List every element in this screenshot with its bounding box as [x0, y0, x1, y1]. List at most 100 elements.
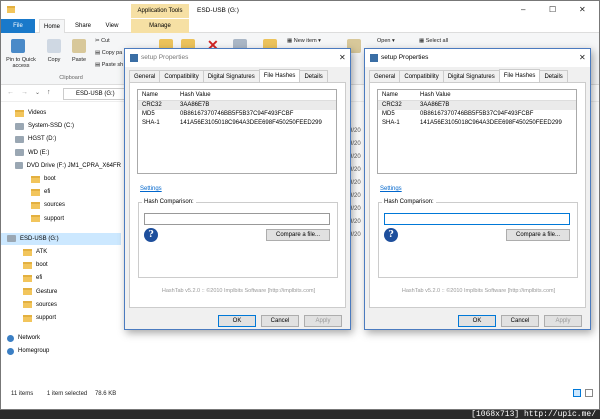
- nav-item[interactable]: System-SSD (C:): [1, 120, 121, 132]
- tab-details[interactable]: Details: [539, 70, 568, 82]
- tab-general[interactable]: General: [369, 70, 401, 82]
- compare-file-button[interactable]: Compare a file...: [506, 229, 570, 241]
- details-view-icon[interactable]: [573, 389, 581, 397]
- nav-item[interactable]: Network: [1, 332, 121, 344]
- dialog-close-button[interactable]: ✕: [579, 53, 586, 62]
- close-button[interactable]: ✕: [579, 5, 586, 14]
- nav-item[interactable]: support: [1, 312, 121, 324]
- help-icon[interactable]: ?: [384, 228, 398, 242]
- window-title: ESD-USB (G:): [197, 7, 239, 14]
- nav-item[interactable]: efi: [1, 272, 121, 284]
- nav-item[interactable]: HGST (D:): [1, 133, 121, 145]
- tab-file-hashes[interactable]: File Hashes: [498, 69, 541, 82]
- paste-button[interactable]: Paste: [67, 57, 91, 63]
- drive-icon: [15, 149, 24, 157]
- folder-icon: [23, 261, 32, 269]
- nav-item-label: sources: [44, 202, 66, 209]
- settings-link[interactable]: Settings: [380, 186, 402, 192]
- tab-view[interactable]: View: [101, 19, 123, 33]
- hash-comparison-input[interactable]: [144, 213, 330, 225]
- dialog-close-button[interactable]: ✕: [339, 53, 346, 62]
- maximize-button[interactable]: ☐: [549, 5, 556, 14]
- hash-list[interactable]: Name Hash Value CRC32 3AA86E7B MD5 0B86167…: [377, 89, 577, 174]
- large-icons-view-icon[interactable]: [585, 389, 593, 397]
- hash-row[interactable]: SHA-1 141A56E3105018C964A3DEE698F450250FE…: [378, 119, 576, 128]
- hash-value: 3AA86E7B: [420, 102, 450, 108]
- hash-value-column-header[interactable]: Hash Value: [420, 90, 576, 100]
- nav-item[interactable]: WD (E:): [1, 147, 121, 159]
- copy-button[interactable]: Copy: [43, 57, 65, 63]
- hash-comparison-input[interactable]: [384, 213, 570, 225]
- nav-item[interactable]: sources: [1, 199, 121, 211]
- tab-compatibility[interactable]: Compatibility: [159, 70, 204, 82]
- nav-item-label: HGST (D:): [28, 136, 57, 143]
- up-icon[interactable]: ↑: [47, 89, 51, 96]
- minimize-button[interactable]: –: [521, 5, 525, 14]
- ok-button[interactable]: OK: [218, 315, 256, 327]
- drive-icon: [15, 135, 24, 143]
- tab-home[interactable]: Home: [39, 19, 65, 33]
- folder-icon: [31, 201, 40, 209]
- folder-icon: [15, 109, 24, 117]
- tab-manage[interactable]: Manage: [131, 19, 189, 33]
- hash-value-column-header[interactable]: Hash Value: [180, 90, 336, 100]
- pin-quick-access-button[interactable]: Pin to Quick access: [3, 57, 39, 69]
- hash-list-header: Name Hash Value: [138, 90, 336, 101]
- nav-item[interactable]: Gesture: [1, 286, 121, 298]
- back-icon[interactable]: ←: [7, 89, 14, 96]
- hash-value: 141A56E3105018C964A3DEE698F450250FEED299: [180, 120, 322, 126]
- hash-row[interactable]: CRC32 3AA86E7B: [378, 101, 576, 110]
- tab-file-hashes[interactable]: File Hashes: [258, 69, 301, 82]
- apply-button[interactable]: Apply: [304, 315, 342, 327]
- nav-item[interactable]: Homegroup: [1, 345, 121, 357]
- tab-compatibility[interactable]: Compatibility: [399, 70, 444, 82]
- nav-item[interactable]: Videos: [1, 107, 121, 119]
- hash-list-header: Name Hash Value: [378, 90, 576, 101]
- cancel-button[interactable]: Cancel: [261, 315, 299, 327]
- tab-share[interactable]: Share: [71, 19, 95, 33]
- tab-digital-signatures[interactable]: Digital Signatures: [202, 70, 260, 82]
- nav-item-label: System-SSD (C:): [28, 123, 75, 130]
- hash-row[interactable]: SHA-1 141A56E3105018C964A3DEE698F450250FE…: [138, 119, 336, 128]
- copy-path-button[interactable]: ▤ Copy pa: [95, 50, 122, 56]
- apply-button[interactable]: Apply: [544, 315, 582, 327]
- compare-file-button[interactable]: Compare a file...: [266, 229, 330, 241]
- cut-button[interactable]: ✂ Cut: [95, 38, 110, 44]
- tab-digital-signatures[interactable]: Digital Signatures: [442, 70, 500, 82]
- hash-row[interactable]: CRC32 3AA86E7B: [138, 101, 336, 110]
- nav-item[interactable]: boot: [1, 259, 121, 271]
- hash-row[interactable]: MD5 0B86167370746BB5F5B37C94F493FCBF: [138, 110, 336, 119]
- hash-list[interactable]: Name Hash Value CRC32 3AA86E7B MD5 0B86167…: [137, 89, 337, 174]
- recent-dropdown-icon[interactable]: ⌄: [35, 89, 40, 96]
- open-button[interactable]: Open ▾: [377, 38, 395, 44]
- cancel-button[interactable]: Cancel: [501, 315, 539, 327]
- name-column-header[interactable]: Name: [138, 90, 180, 100]
- new-item-button[interactable]: ▦ New item ▾: [287, 38, 321, 44]
- nav-item[interactable]: efi: [1, 186, 121, 198]
- paste-icon: [72, 39, 86, 53]
- hashtab-footer: HashTab v5.2.0 :: ©2010 Implbits Softwar…: [401, 288, 556, 294]
- nav-item-label: Videos: [28, 110, 47, 116]
- nav-item[interactable]: boot: [1, 173, 121, 185]
- paste-shortcut-button[interactable]: ▤ Paste sh: [95, 62, 123, 68]
- hash-value: 3AA86E7B: [180, 102, 210, 108]
- nav-item[interactable]: ATK: [1, 246, 121, 258]
- tab-file[interactable]: File: [1, 19, 35, 33]
- ok-button[interactable]: OK: [458, 315, 496, 327]
- drive-icon: [15, 162, 23, 170]
- nav-item[interactable]: sources: [1, 299, 121, 311]
- settings-link[interactable]: Settings: [140, 186, 162, 192]
- tab-general[interactable]: General: [129, 70, 161, 82]
- select-all-button[interactable]: ▦ Select all: [419, 38, 448, 44]
- nav-item[interactable]: DVD Drive (F:) JM1_CPRA_X64FR: [1, 160, 121, 172]
- folder-icon: [31, 175, 40, 183]
- address-input[interactable]: ESD-USB (G:): [63, 88, 133, 100]
- help-icon[interactable]: ?: [144, 228, 158, 242]
- hash-comparison-label: Hash Comparison:: [142, 199, 196, 205]
- name-column-header[interactable]: Name: [378, 90, 420, 100]
- nav-item[interactable]: ESD-USB (G:): [1, 232, 121, 245]
- nav-item[interactable]: support: [1, 213, 121, 225]
- hash-row[interactable]: MD5 0B86167370746BB5F5B37C94F493FCBF: [378, 110, 576, 119]
- tab-details[interactable]: Details: [299, 70, 328, 82]
- forward-icon[interactable]: →: [21, 89, 28, 96]
